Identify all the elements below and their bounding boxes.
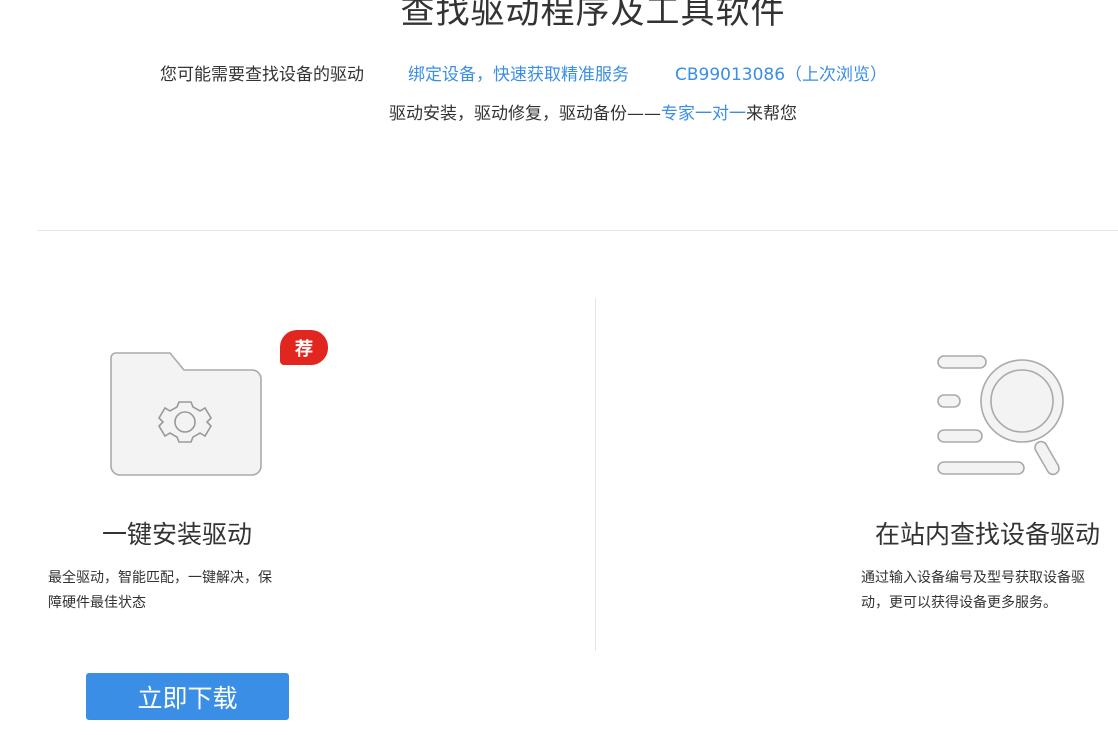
find-driver-card[interactable]: 在站内查找设备驱动 通过输入设备编号及型号获取设备驱 动，更可以获得设备更多服务… [596,330,1118,730]
desc-line: 障硬件最佳状态 [48,595,146,611]
hint-row: 您可能需要查找设备的驱动 绑定设备，快速获取精准服务 CB99013086（上次浏览… [160,60,887,85]
folder-gear-icon [108,350,268,484]
download-now-button[interactable]: 立即下载 [86,673,289,720]
recommended-badge: 荐 [280,330,328,365]
one-click-install-title: 一键安装驱动 [102,520,253,549]
find-driver-desc: 通过输入设备编号及型号获取设备驱 动，更可以获得设备更多服务。 [861,566,1118,616]
service-suffix: 来帮您 [746,104,797,124]
service-row: 驱动安装，驱动修复，驱动备份——专家一对一来帮您 [0,99,1118,124]
desc-line: 最全驱动，智能匹配，一键解决，保 [48,570,272,586]
find-driver-title: 在站内查找设备驱动 [875,520,1101,549]
service-prefix: 驱动安装，驱动修复，驱动备份—— [389,104,661,124]
recent-device-link[interactable]: CB99013086（上次浏览） [675,65,887,85]
driver-page: 查找驱动程序及工具软件 您可能需要查找设备的驱动 绑定设备，快速获取精准服务 CB9… [0,0,1118,735]
list-search-icon [934,350,1069,484]
page-title: 查找驱动程序及工具软件 [400,0,786,32]
expert-link[interactable]: 专家一对一 [661,104,746,124]
one-click-install-desc: 最全驱动，智能匹配，一键解决，保 障硬件最佳状态 [48,566,328,616]
one-click-install-card: 荐 一键安装驱动 最全驱动，智能匹配，一键解决，保 障硬件最佳状态 立即下载 [0,330,595,730]
bind-device-link[interactable]: 绑定设备，快速获取精准服务 [408,65,629,85]
desc-line: 动，更可以获得设备更多服务。 [861,595,1057,611]
device-prompt: 您可能需要查找设备的驱动 [160,65,364,85]
desc-line: 通过输入设备编号及型号获取设备驱 [861,570,1085,586]
section-divider [38,230,1118,231]
